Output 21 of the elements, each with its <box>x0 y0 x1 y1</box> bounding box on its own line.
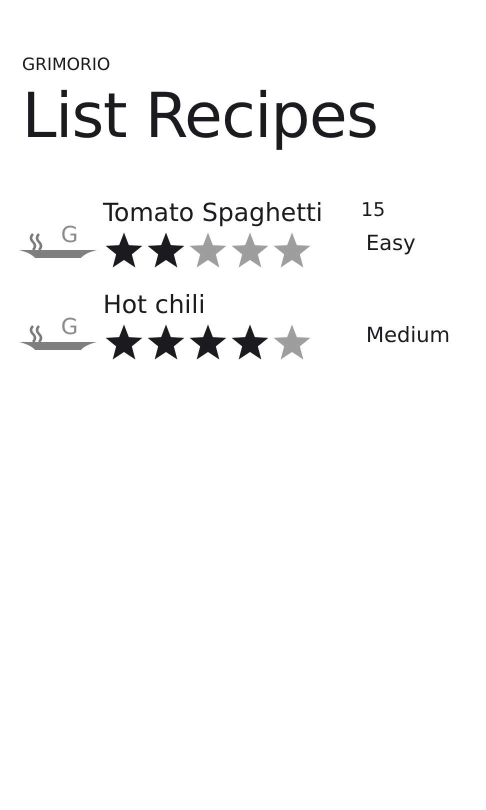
cooking-time: 15 <box>361 199 386 221</box>
filled-star-icon <box>103 322 145 362</box>
recipe-item[interactable]: G Tomato Spaghetti 15 Easy <box>19 196 464 270</box>
logo-letter: G <box>61 317 78 339</box>
empty-star-icon <box>229 230 271 270</box>
recipe-item[interactable]: G Hot chili Medium <box>19 288 464 362</box>
app-title: GRIMORIO <box>22 54 112 76</box>
page-title: List Recipes <box>22 78 379 154</box>
recipe-name: Tomato Spaghetti <box>103 197 324 229</box>
recipe-name: Hot chili <box>103 289 206 321</box>
empty-star-icon <box>271 230 313 270</box>
empty-star-icon <box>187 230 229 270</box>
difficulty-label: Easy <box>366 230 416 257</box>
empty-star-icon <box>271 322 313 362</box>
filled-star-icon <box>145 322 187 362</box>
filled-star-icon <box>229 322 271 362</box>
filled-star-icon <box>145 230 187 270</box>
logo-letter: G <box>61 225 78 247</box>
filled-star-icon <box>187 322 229 362</box>
filled-star-icon <box>103 230 145 270</box>
difficulty-label: Medium <box>366 322 450 349</box>
